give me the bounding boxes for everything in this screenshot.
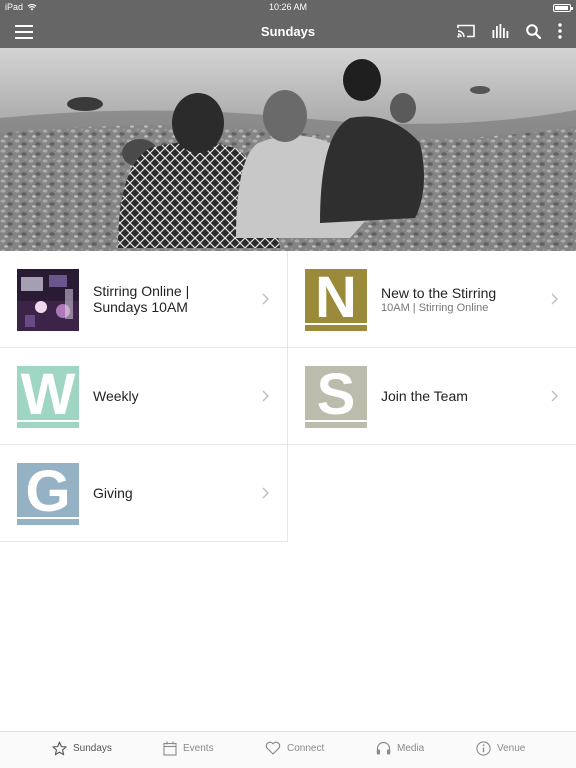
letter-w: W [17, 366, 79, 428]
equalizer-icon[interactable] [492, 24, 509, 38]
headphones-icon [376, 741, 391, 755]
grid-item-label: Giving [93, 485, 133, 501]
hero-image [0, 48, 576, 251]
tab-venue[interactable]: Venue [476, 741, 525, 756]
chevron-right-icon [262, 390, 269, 402]
grid-item-stirring-online[interactable]: Stirring Online | Sundays 10AM [0, 251, 288, 348]
grid-item-label-line2: Sundays 10AM [93, 299, 188, 315]
tab-media[interactable]: Media [376, 741, 424, 755]
grid-item-label: Weekly [93, 388, 139, 404]
letter-g: G [17, 463, 79, 525]
star-icon [52, 741, 67, 756]
new-letter-tile: N [305, 269, 367, 331]
grid-item-label: New to the Stirring [381, 284, 497, 301]
grid-item-new-to-the-stirring[interactable]: N New to the Stirring 10AM | Stirring On… [288, 251, 576, 348]
top-bar: iPad 10:26 AM Sundays [0, 0, 576, 48]
bottom-tab-bar: Sundays Events Connect Media Venue [0, 731, 576, 768]
grid-item-label: Stirring Online | [93, 283, 190, 299]
more-options-icon[interactable] [558, 23, 562, 39]
grid-item-giving[interactable]: G Giving [0, 445, 288, 542]
tab-connect[interactable]: Connect [265, 741, 324, 755]
chevron-right-icon [551, 390, 558, 402]
search-icon[interactable] [526, 23, 541, 39]
battery-icon [553, 4, 573, 12]
cast-icon[interactable] [457, 24, 475, 38]
heart-icon [265, 741, 281, 755]
giving-letter-tile: G [17, 463, 79, 525]
app-bar: Sundays [0, 16, 576, 48]
info-icon [476, 741, 491, 756]
chevron-right-icon [262, 487, 269, 499]
chevron-right-icon [262, 293, 269, 305]
status-bar: iPad 10:26 AM [0, 0, 576, 16]
stirring-online-thumbnail [17, 269, 79, 331]
grid-item-weekly[interactable]: W Weekly [0, 348, 288, 445]
status-time: 10:26 AM [268, 2, 308, 12]
weekly-letter-tile: W [17, 366, 79, 428]
grid-item-join-the-team[interactable]: S Join the Team [288, 348, 576, 445]
tab-sundays[interactable]: Sundays [52, 741, 112, 756]
letter-s: S [305, 366, 367, 428]
grid-item-sublabel: 10AM | Stirring Online [381, 301, 489, 314]
join-letter-tile: S [305, 366, 367, 428]
grid-item-label: Join the Team [381, 388, 468, 404]
chevron-right-icon [551, 293, 558, 305]
tab-events[interactable]: Events [163, 741, 214, 756]
letter-n: N [305, 269, 367, 331]
calendar-icon [163, 741, 177, 756]
